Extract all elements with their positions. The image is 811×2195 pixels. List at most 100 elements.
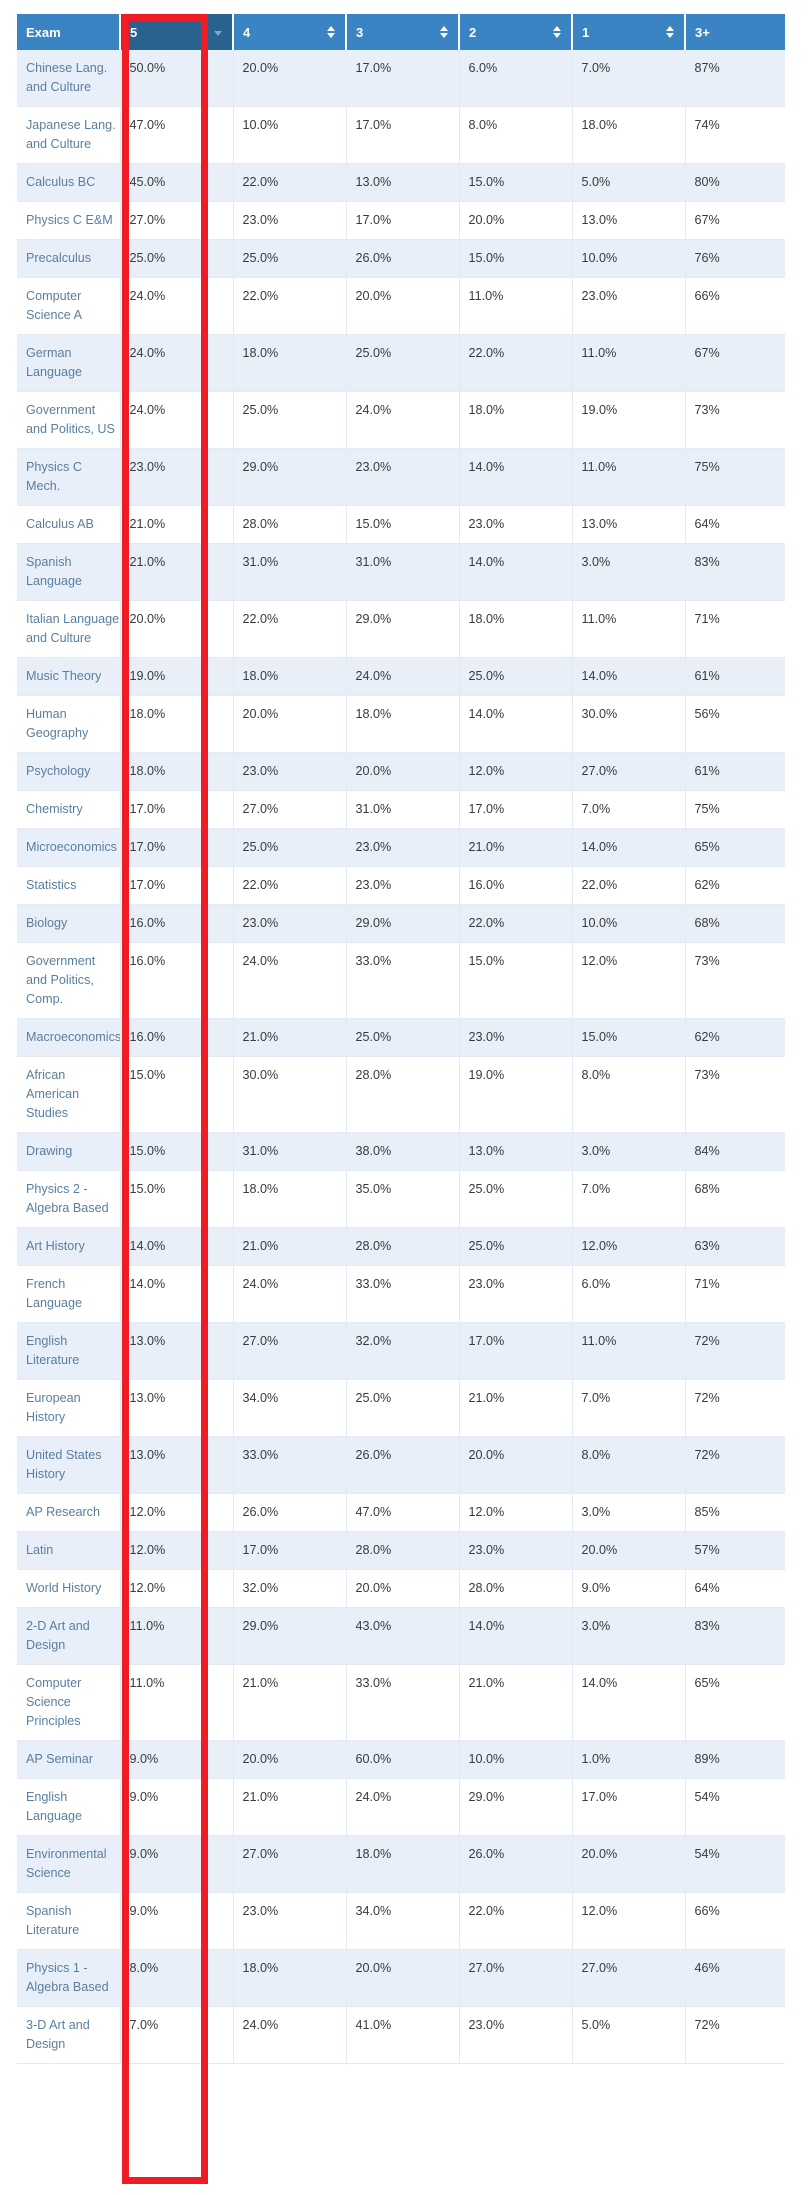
score-5-cell: 17.0% — [120, 828, 234, 867]
score-3-cell: 33.0% — [346, 1664, 460, 1741]
table-row: AP Seminar 9.0% 20.0% 60.0% 10.0% 1.0% 89% — [17, 1740, 785, 1779]
exam-name-cell: Physics 2 - Algebra Based — [17, 1170, 121, 1228]
score-4-cell: 23.0% — [233, 752, 347, 791]
exam-name-cell: Psychology — [17, 752, 121, 791]
table-row: Calculus AB 21.0% 28.0% 15.0% 23.0% 13.0% 64% — [17, 505, 785, 544]
table-row: Physics C E&M 27.0% 23.0% 17.0% 20.0% 13.0% 67… — [17, 201, 785, 240]
table-row: African American Studies 15.0% 30.0% 28.0% 1… — [17, 1056, 785, 1133]
table-row: Physics 1 - Algebra Based 8.0% 18.0% 20.0% 2… — [17, 1949, 785, 2007]
exam-name-cell: German Language — [17, 334, 121, 392]
score-5-cell: 11.0% — [120, 1664, 234, 1741]
score-1-cell: 11.0% — [572, 448, 686, 506]
table-header-row: Exam 5 4 3 2 1 3+ — [17, 14, 785, 50]
score-3plus-cell: 71% — [685, 1265, 785, 1323]
score-2-cell: 13.0% — [459, 1132, 573, 1171]
score-4-cell: 20.0% — [233, 50, 347, 107]
score-3plus-cell: 67% — [685, 334, 785, 392]
score-3plus-cell: 66% — [685, 1892, 785, 1950]
score-3-cell: 29.0% — [346, 600, 460, 658]
score-5-cell: 23.0% — [120, 448, 234, 506]
score-5-cell: 18.0% — [120, 752, 234, 791]
column-header-1[interactable]: 1 — [572, 14, 686, 50]
column-header-3[interactable]: 3 — [346, 14, 460, 50]
score-1-cell: 12.0% — [572, 1227, 686, 1266]
score-1-cell: 27.0% — [572, 752, 686, 791]
score-5-cell: 17.0% — [120, 790, 234, 829]
score-5-cell: 21.0% — [120, 543, 234, 601]
exam-name-cell: French Language — [17, 1265, 121, 1323]
exam-name-cell: World History — [17, 1569, 121, 1608]
score-2-cell: 21.0% — [459, 1379, 573, 1437]
exam-name-cell: Art History — [17, 1227, 121, 1266]
score-3-cell: 26.0% — [346, 1436, 460, 1494]
score-4-cell: 22.0% — [233, 600, 347, 658]
score-5-cell: 14.0% — [120, 1265, 234, 1323]
exam-name-cell: African American Studies — [17, 1056, 121, 1133]
score-3plus-cell: 83% — [685, 543, 785, 601]
score-2-cell: 27.0% — [459, 1949, 573, 2007]
score-2-cell: 12.0% — [459, 752, 573, 791]
exam-name-cell: Latin — [17, 1531, 121, 1570]
score-4-cell: 26.0% — [233, 1493, 347, 1532]
score-5-cell: 13.0% — [120, 1322, 234, 1380]
score-4-cell: 25.0% — [233, 391, 347, 449]
column-header-2[interactable]: 2 — [459, 14, 573, 50]
column-header-exam[interactable]: Exam — [17, 14, 121, 50]
score-3-cell: 35.0% — [346, 1170, 460, 1228]
score-3plus-cell: 74% — [685, 106, 785, 164]
score-3plus-cell: 84% — [685, 1132, 785, 1171]
score-4-cell: 23.0% — [233, 1892, 347, 1950]
column-header-label-4: 4 — [243, 24, 251, 40]
score-3plus-cell: 72% — [685, 1379, 785, 1437]
score-2-cell: 22.0% — [459, 1892, 573, 1950]
exam-name-cell: Computer Science Principles — [17, 1664, 121, 1741]
score-1-cell: 7.0% — [572, 50, 686, 107]
score-3-cell: 34.0% — [346, 1892, 460, 1950]
column-header-label-exam: Exam — [26, 24, 61, 40]
table-row: German Language 24.0% 18.0% 25.0% 22.0% 11.0%… — [17, 334, 785, 392]
score-1-cell: 11.0% — [572, 600, 686, 658]
score-3plus-cell: 65% — [685, 1664, 785, 1741]
score-2-cell: 28.0% — [459, 1569, 573, 1608]
score-1-cell: 14.0% — [572, 828, 686, 867]
score-1-cell: 30.0% — [572, 695, 686, 753]
column-header-3plus[interactable]: 3+ — [685, 14, 785, 50]
exam-name-cell: Computer Science A — [17, 277, 121, 335]
score-5-cell: 12.0% — [120, 1569, 234, 1608]
score-4-cell: 24.0% — [233, 942, 347, 1019]
column-header-5[interactable]: 5 — [120, 14, 234, 50]
column-header-4[interactable]: 4 — [233, 14, 347, 50]
score-3plus-cell: 67% — [685, 201, 785, 240]
score-4-cell: 17.0% — [233, 1531, 347, 1570]
table-row: English Literature 13.0% 27.0% 32.0% 17.0% 11… — [17, 1322, 785, 1380]
score-2-cell: 18.0% — [459, 391, 573, 449]
score-2-cell: 15.0% — [459, 239, 573, 278]
score-3plus-cell: 66% — [685, 277, 785, 335]
score-1-cell: 20.0% — [572, 1835, 686, 1893]
score-5-cell: 9.0% — [120, 1892, 234, 1950]
score-4-cell: 21.0% — [233, 1778, 347, 1836]
score-3plus-cell: 56% — [685, 695, 785, 753]
table-row: French Language 14.0% 24.0% 33.0% 23.0% 6.0% 7… — [17, 1265, 785, 1323]
score-3-cell: 25.0% — [346, 1379, 460, 1437]
score-3-cell: 23.0% — [346, 448, 460, 506]
exam-name-cell: AP Research — [17, 1493, 121, 1532]
exam-name-cell: 3-D Art and Design — [17, 2006, 121, 2064]
table-row: 2-D Art and Design 11.0% 29.0% 43.0% 14.0% 3.… — [17, 1607, 785, 1665]
score-2-cell: 26.0% — [459, 1835, 573, 1893]
score-2-cell: 23.0% — [459, 1265, 573, 1323]
score-1-cell: 13.0% — [572, 505, 686, 544]
score-1-cell: 11.0% — [572, 1322, 686, 1380]
score-4-cell: 18.0% — [233, 1949, 347, 2007]
score-3-cell: 20.0% — [346, 277, 460, 335]
score-4-cell: 24.0% — [233, 2006, 347, 2064]
score-3-cell: 28.0% — [346, 1531, 460, 1570]
score-5-cell: 9.0% — [120, 1835, 234, 1893]
score-4-cell: 31.0% — [233, 1132, 347, 1171]
score-5-cell: 9.0% — [120, 1778, 234, 1836]
score-5-cell: 8.0% — [120, 1949, 234, 2007]
score-2-cell: 18.0% — [459, 600, 573, 658]
table-row: Human Geography 18.0% 20.0% 18.0% 14.0% 30.0%… — [17, 695, 785, 753]
exam-name-cell: AP Seminar — [17, 1740, 121, 1779]
score-1-cell: 5.0% — [572, 163, 686, 202]
